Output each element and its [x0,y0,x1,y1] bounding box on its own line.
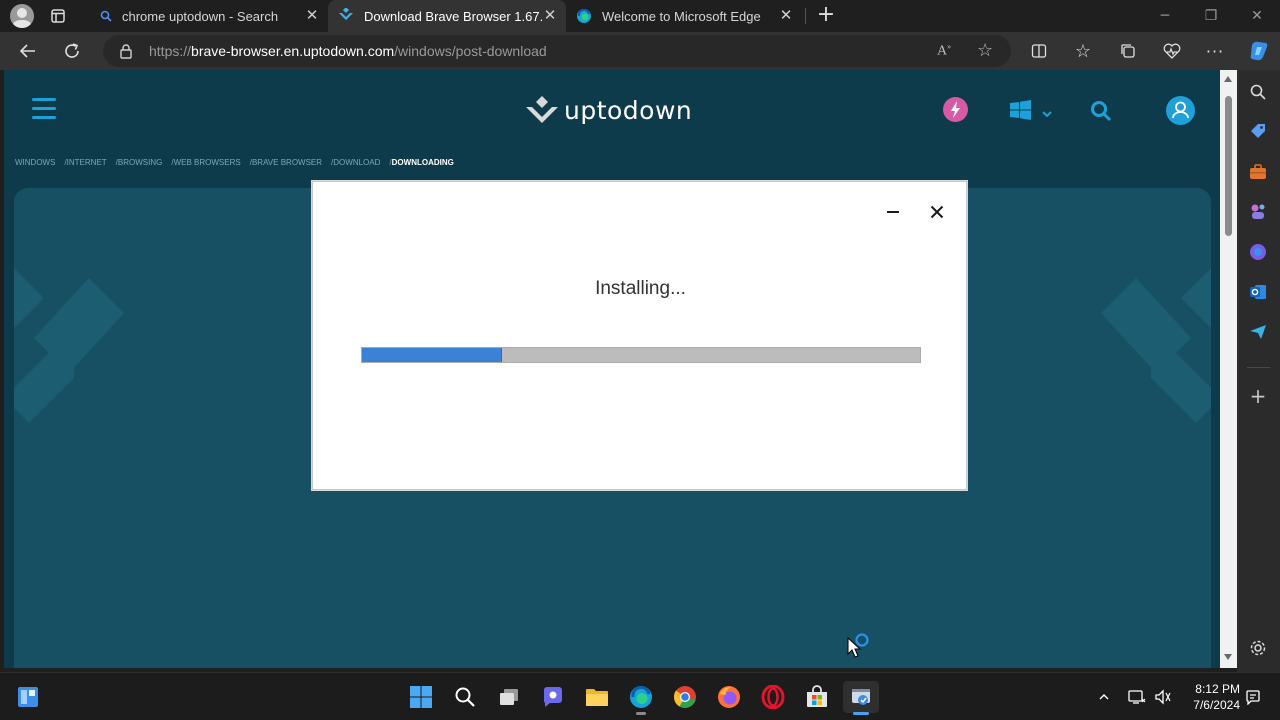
uptodown-favicon-icon [338,7,354,24]
tab-close-button[interactable]: ✕ [776,6,796,26]
breadcrumb-item[interactable]: WINDOWS [15,158,55,167]
show-hidden-icons-chevron-icon[interactable] [1094,681,1114,713]
more-menu-icon[interactable]: ··· [1200,36,1230,66]
favorite-star-icon[interactable]: ☆ [977,40,993,61]
uptodown-logo-text[interactable]: uptodown [564,96,692,125]
turbo-icon[interactable] [943,97,968,122]
sidebar-copilot-icon[interactable] [1246,240,1270,264]
favorites-icon[interactable]: ☆ [1068,36,1098,66]
network-icon[interactable] [1125,681,1149,713]
edge-taskbar-icon[interactable] [625,681,657,715]
volume-battery-icon[interactable] [1151,681,1175,713]
back-button[interactable] [13,36,43,66]
search-icon [100,10,112,22]
scroll-up-arrow-icon[interactable] [1224,76,1232,82]
profile-avatar[interactable] [10,4,34,28]
active-indicator [853,712,869,715]
windows-taskbar: 8:12 PM 7/6/2024 [0,672,1280,720]
tab-search[interactable]: chrome uptodown - Search ✕ [88,0,328,32]
sidebar-settings-icon[interactable] [1246,636,1270,660]
dialog-minimize-button[interactable] [881,200,905,224]
uptodown-logo-icon[interactable] [526,96,558,128]
sidebar-divider [1247,367,1270,368]
user-account-icon[interactable] [1166,96,1195,125]
tab-uptodown[interactable]: Download Brave Browser 1.67.12 ✕ [328,0,566,32]
tab-title: chrome uptodown - Search [122,8,279,24]
window-restore-button[interactable]: ❐ [1188,0,1234,32]
sidebar-add-icon[interactable]: + [1246,384,1270,408]
tab-strip: chrome uptodown - Search ✕ Download Brav… [0,0,1280,32]
address-bar[interactable]: https://brave-browser.en.uptodown.com/wi… [103,35,1011,67]
clock-time: 8:12 PM [1195,682,1240,696]
taskbar-search-icon[interactable] [449,681,481,713]
read-aloud-icon[interactable]: A» [937,42,951,60]
tab-edge-welcome[interactable]: Welcome to Microsoft Edge ✕ [566,0,802,32]
breadcrumb-current: DOWNLOADING [391,158,454,167]
notifications-icon[interactable] [1242,681,1264,713]
hamburger-menu-icon[interactable] [32,97,56,121]
breadcrumb-item[interactable]: DOWNLOAD [333,158,380,167]
lock-icon[interactable] [119,43,133,59]
clock-date: 7/6/2024 [1193,698,1240,712]
tab-actions-icon[interactable] [50,8,66,24]
microsoft-store-icon[interactable] [801,681,833,713]
url-scheme: https:// [149,43,192,59]
windows-platform-icon[interactable] [1010,100,1032,120]
tab-separator [805,8,806,24]
window-minimize-button[interactable]: ─ [1142,0,1188,32]
widgets-icon[interactable] [12,681,44,713]
breadcrumb: WINDOWS / INTERNET / BROWSING / WEB BROWSER… [15,158,454,167]
sidebar-games-icon[interactable] [1246,200,1270,224]
new-tab-button[interactable]: + [812,2,840,30]
sidebar-outlook-icon[interactable] [1246,280,1270,304]
busy-cursor-icon [846,632,872,660]
teams-chat-icon[interactable] [537,681,569,713]
sidebar-shopping-icon[interactable] [1246,120,1270,144]
install-progress-bar [361,347,921,363]
scrollbar-thumb[interactable] [1225,96,1232,236]
firefox-icon[interactable] [713,681,745,713]
breadcrumb-item[interactable]: BROWSING [118,158,162,167]
url-host: brave-browser.en.uptodown.com [191,43,395,59]
start-button-icon[interactable] [405,681,437,713]
sidebar-tools-icon[interactable] [1246,160,1270,184]
edge-sidebar: + [1237,70,1280,672]
dialog-close-button[interactable] [925,200,949,224]
sidebar-send-icon[interactable] [1246,320,1270,344]
install-progress-fill [362,348,502,362]
chrome-icon[interactable] [669,681,701,713]
refresh-button[interactable] [57,36,87,66]
window-close-button[interactable]: ✕ [1234,0,1280,32]
taskbar-clock[interactable]: 8:12 PM 7/6/2024 [1186,681,1240,713]
url-path: /windows/post-download [394,43,547,59]
copilot-icon[interactable] [1244,36,1274,66]
tab-close-button[interactable]: ✕ [540,6,560,26]
page-scrollbar[interactable] [1220,70,1237,668]
installer-dialog: Installing... [312,181,967,490]
install-status-text: Installing... [595,278,686,299]
collections-icon[interactable] [1113,36,1143,66]
platform-dropdown-chevron-icon[interactable] [1041,104,1053,118]
site-search-icon[interactable] [1090,100,1112,122]
browser-toolbar: https://brave-browser.en.uptodown.com/wi… [0,32,1280,70]
split-screen-icon[interactable] [1024,36,1054,66]
scroll-down-arrow-icon[interactable] [1224,654,1232,660]
tab-title: Welcome to Microsoft Edge [602,8,761,24]
tab-close-button[interactable]: ✕ [302,6,322,26]
file-explorer-icon[interactable] [581,681,613,713]
task-view-icon[interactable] [493,681,525,713]
brave-installer-taskbar-icon[interactable] [843,681,879,715]
tab-title: Download Brave Browser 1.67.12 [364,8,542,24]
running-indicator [636,712,646,715]
url-text[interactable]: https://brave-browser.en.uptodown.com/wi… [149,43,547,59]
edge-icon [576,8,592,24]
breadcrumb-item[interactable]: BRAVE BROWSER [252,158,322,167]
screen: chrome uptodown - Search ✕ Download Brav… [0,0,1280,720]
breadcrumb-item[interactable]: WEB BROWSERS [174,158,241,167]
browser-essentials-icon[interactable] [1157,36,1187,66]
opera-icon[interactable] [757,681,789,713]
breadcrumb-item[interactable]: INTERNET [67,158,107,167]
sidebar-search-icon[interactable] [1246,80,1270,104]
